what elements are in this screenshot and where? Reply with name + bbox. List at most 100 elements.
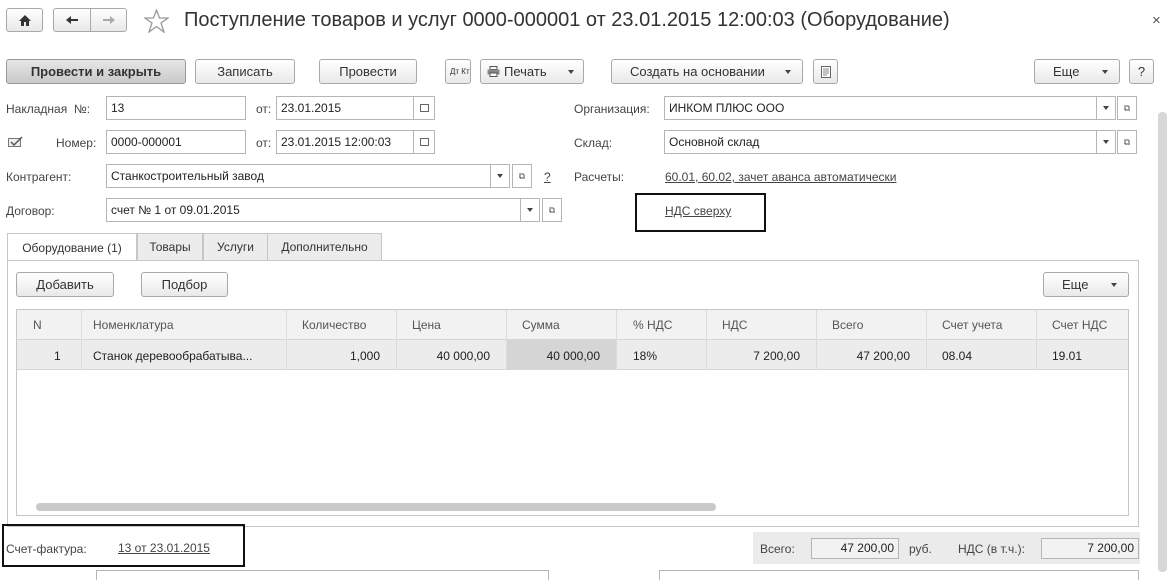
warehouse-open-button[interactable]: ⧉ (1117, 130, 1137, 154)
select-items-button[interactable]: Подбор (141, 272, 228, 297)
col-header-account[interactable]: Счет учета (942, 318, 1002, 332)
chevron-down-icon (497, 174, 503, 178)
settlements-link[interactable]: 60.01, 60.02, зачет аванса автоматически (665, 170, 896, 184)
bottom-field-right[interactable] (659, 570, 1139, 580)
table-more-label: Еще (1062, 277, 1089, 292)
printer-icon (487, 66, 500, 77)
cell-vat-account: 19.01 (1052, 349, 1083, 363)
tab-equipment[interactable]: Оборудование (1) (7, 233, 137, 261)
chevron-down-icon (1103, 106, 1109, 110)
contractor-label: Контрагент: (6, 170, 72, 184)
post-and-close-button[interactable]: Провести и закрыть (6, 59, 186, 84)
chevron-down-icon (1102, 70, 1108, 74)
settlements-label: Расчеты: (574, 170, 625, 184)
vertical-scrollbar[interactable] (1158, 112, 1167, 572)
dtkt-icon: Дт Кт (450, 66, 470, 76)
post-button[interactable]: Провести (319, 59, 417, 84)
contract-open-button[interactable]: ⧉ (542, 198, 562, 222)
chevron-down-icon (527, 208, 533, 212)
help-button[interactable]: ? (1129, 59, 1154, 84)
invoice-footer-label: Счет-фактура: (6, 542, 87, 556)
warehouse-field[interactable]: Основной склад (664, 130, 1097, 154)
contractor-open-button[interactable]: ⧉ (512, 164, 532, 188)
cell-nomenclature: Станок деревообрабатыва... (93, 349, 253, 363)
contract-field[interactable]: счет № 1 от 09.01.2015 (106, 198, 521, 222)
invoice-date-field[interactable]: 23.01.2015 (276, 96, 414, 120)
save-button[interactable]: Записать (195, 59, 295, 84)
back-button[interactable] (53, 8, 91, 32)
invoice-footer-link[interactable]: 13 от 23.01.2015 (118, 541, 210, 555)
add-row-button[interactable]: Добавить (16, 272, 114, 297)
calendar-icon (419, 138, 429, 146)
chevron-down-icon (568, 70, 574, 74)
horizontal-scrollbar[interactable] (36, 503, 716, 511)
chevron-down-icon (785, 70, 791, 74)
invoice-number-label: Накладная №: (6, 102, 91, 116)
table-more-button[interactable]: Еще (1043, 272, 1129, 297)
arrow-right-icon (102, 16, 115, 24)
calendar-button[interactable] (413, 130, 435, 154)
chevron-down-icon (1111, 283, 1117, 287)
col-header-n[interactable]: N (33, 318, 42, 332)
col-header-quantity[interactable]: Количество (302, 318, 366, 332)
report-button[interactable] (813, 59, 838, 84)
arrow-left-icon (66, 16, 78, 24)
cell-quantity: 1,000 (349, 349, 380, 363)
tab-services[interactable]: Услуги (203, 233, 268, 260)
total-field: 47 200,00 (811, 538, 899, 559)
contractor-help-link[interactable]: ? (544, 170, 551, 184)
organization-open-button[interactable]: ⧉ (1117, 96, 1137, 120)
col-header-vat-rate[interactable]: % НДС (633, 318, 672, 332)
contract-dropdown[interactable] (520, 198, 540, 222)
cell-vat-rate: 18% (633, 349, 658, 363)
organization-field[interactable]: ИНКОМ ПЛЮС ООО (664, 96, 1097, 120)
document-icon (820, 65, 831, 78)
calendar-button[interactable] (413, 96, 435, 120)
col-header-total[interactable]: Всего (832, 318, 863, 332)
cell-price: 40 000,00 (436, 349, 490, 363)
cell-account: 08.04 (942, 349, 973, 363)
warehouse-dropdown[interactable] (1096, 130, 1116, 154)
home-icon (18, 14, 31, 26)
create-based-on-button[interactable]: Создать на основании (611, 59, 803, 84)
document-status-icon (8, 136, 23, 147)
close-icon[interactable]: × (1152, 12, 1161, 29)
calendar-icon (419, 104, 429, 112)
cell-n: 1 (54, 349, 61, 363)
col-header-vat-account[interactable]: Счет НДС (1052, 318, 1107, 332)
tab-additional[interactable]: Дополнительно (267, 233, 382, 260)
doc-date-label: от: (256, 136, 272, 150)
tab-goods[interactable]: Товары (137, 233, 203, 260)
home-button[interactable] (6, 8, 43, 32)
invoice-date-label: от: (256, 102, 272, 116)
col-header-sum[interactable]: Сумма (522, 318, 560, 332)
invoice-number-field[interactable]: 13 (106, 96, 246, 120)
create-based-on-label: Создать на основании (630, 64, 765, 79)
number-field[interactable]: 0000-000001 (106, 130, 246, 154)
favorite-star-icon[interactable] (144, 9, 169, 33)
contract-label: Договор: (6, 204, 55, 218)
more-button[interactable]: Еще (1034, 59, 1120, 84)
page-title: Поступление товаров и услуг 0000-000001 … (184, 9, 950, 31)
bottom-field-left[interactable] (96, 570, 549, 580)
cell-sum: 40 000,00 (546, 349, 600, 363)
dtkt-button[interactable]: Дт Кт (445, 59, 471, 84)
number-label: Номер: (56, 136, 97, 150)
warehouse-label: Склад: (574, 136, 613, 150)
print-label: Печать (504, 64, 547, 79)
total-label: Всего: (760, 542, 795, 556)
vat-total-label: НДС (в т.ч.): (958, 542, 1025, 556)
col-header-price[interactable]: Цена (412, 318, 441, 332)
print-button[interactable]: Печать (480, 59, 584, 84)
col-header-vat[interactable]: НДС (722, 318, 747, 332)
forward-button[interactable] (90, 8, 127, 32)
doc-date-field[interactable]: 23.01.2015 12:00:03 (276, 130, 414, 154)
organization-dropdown[interactable] (1096, 96, 1116, 120)
contractor-field[interactable]: Станкостроительный завод (106, 164, 491, 188)
contractor-dropdown[interactable] (490, 164, 510, 188)
chevron-down-icon (1103, 140, 1109, 144)
organization-label: Организация: (574, 102, 650, 116)
col-header-nomenclature[interactable]: Номенклатура (93, 318, 174, 332)
currency-label: руб. (909, 542, 932, 556)
vat-on-top-link[interactable]: НДС сверху (665, 204, 731, 218)
